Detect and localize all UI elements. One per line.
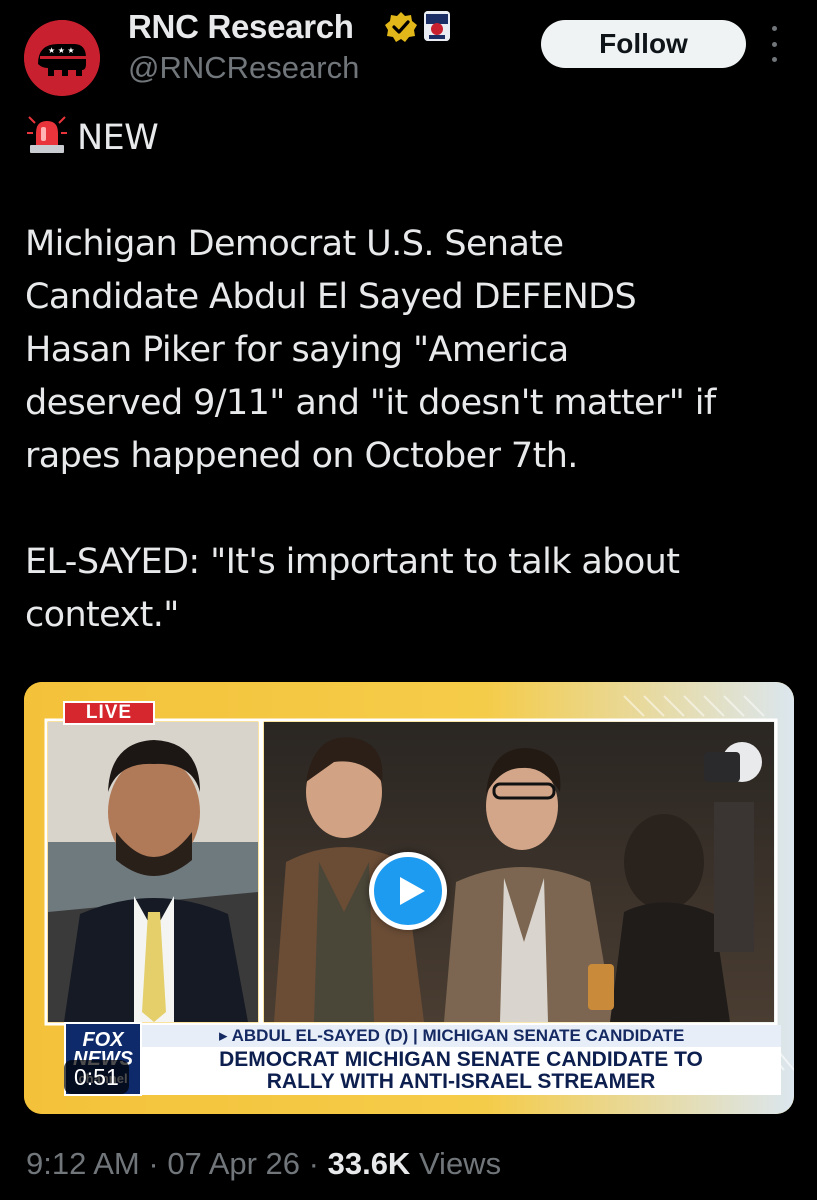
gop-elephant-icon: ★ ★ ★ (24, 20, 100, 96)
user-handle[interactable]: @RNCResearch (128, 50, 359, 86)
avatar[interactable]: ★ ★ ★ (24, 20, 100, 96)
headline-line-1: DEMOCRAT MICHIGAN SENATE CANDIDATE TO (219, 1048, 703, 1071)
tweet-line: Candidate Abdul El Sayed DEFENDS (25, 277, 637, 317)
display-name[interactable]: RNC Research (128, 8, 354, 46)
follow-button[interactable]: Follow (541, 20, 746, 68)
separator: · (139, 1146, 168, 1181)
tweet-line: EL-SAYED: "It's important to talk about (25, 542, 680, 582)
more-options-icon[interactable] (766, 26, 782, 62)
tweet-line: deserved 9/11" and "it doesn't matter" i… (25, 383, 716, 423)
tweet-line: NEW (25, 112, 795, 165)
live-badge: LIVE (63, 701, 155, 725)
lower-third-name: ▸ ABDUL EL-SAYED (D) | MICHIGAN SENATE C… (141, 1025, 781, 1047)
tweet-line (25, 165, 795, 218)
tweet-detail: ★ ★ ★ RNC Research @RNCResearch Follow N… (0, 0, 817, 1200)
play-icon (400, 877, 425, 905)
tweet-time[interactable]: 9:12 AM (26, 1146, 140, 1181)
lower-third-headline: DEMOCRAT MICHIGAN SENATE CANDIDATE TO RA… (141, 1047, 781, 1095)
views-count[interactable]: 33.6K (328, 1146, 411, 1181)
affiliate-badge-icon[interactable] (424, 11, 450, 41)
tweet-line-text: NEW (77, 118, 159, 158)
network-logo-line: FOX (82, 1028, 124, 1051)
tweet-date[interactable]: 07 Apr 26 (167, 1146, 300, 1181)
tweet-metadata: 9:12 AM · 07 Apr 26 · 33.6K Views (26, 1146, 501, 1182)
video-player[interactable]: LIVE ▸ ABDUL EL-SAYED (D) | MICHIGAN SEN… (24, 682, 794, 1114)
svg-text:★ ★ ★: ★ ★ ★ (48, 46, 75, 55)
views-label: Views (410, 1146, 502, 1181)
siren-emoji-icon (27, 116, 67, 153)
headline-line-2: RALLY WITH ANTI-ISRAEL STREAMER (266, 1070, 656, 1093)
tweet-line: rapes happened on October 7th. (25, 436, 578, 476)
tweet-line: Hasan Piker for saying "America (25, 330, 569, 370)
play-button[interactable] (369, 852, 447, 930)
tweet-line: Michigan Democrat U.S. Senate (25, 224, 564, 264)
tweet-line (25, 483, 795, 536)
separator: · (300, 1146, 328, 1181)
verified-badge-icon[interactable] (384, 10, 418, 44)
tweet-line: context." (25, 595, 179, 635)
video-duration: 0:51 (64, 1060, 129, 1094)
tweet-text: NEW Michigan Democrat U.S. Senate Candid… (25, 112, 795, 642)
